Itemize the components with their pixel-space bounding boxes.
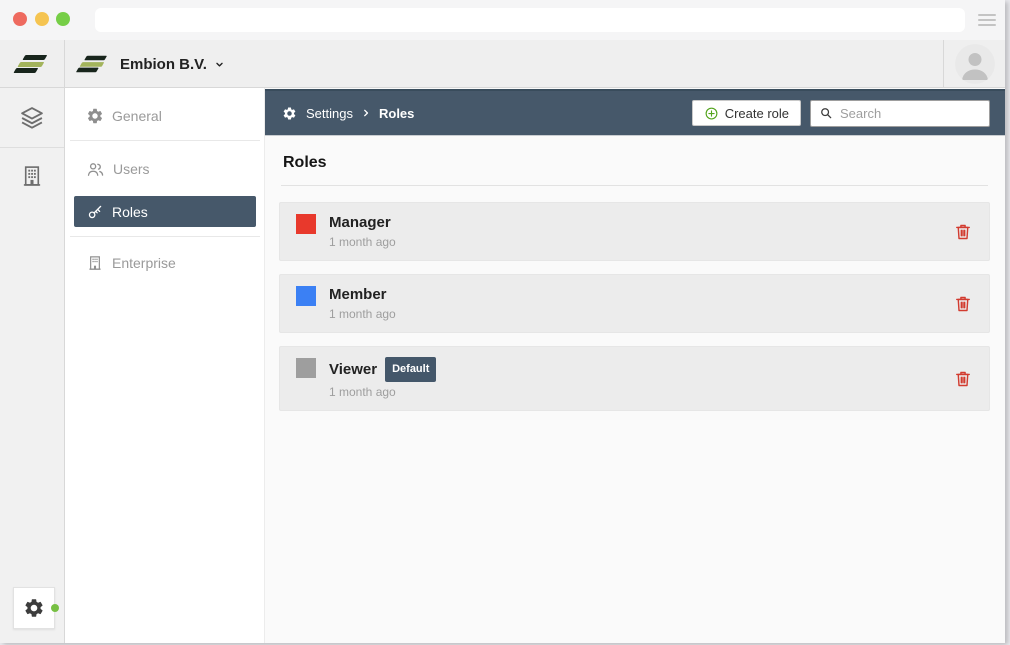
sidebar-item-label: Users (113, 161, 150, 177)
role-row-manager[interactable]: Manager 1 month ago (279, 202, 990, 261)
app-logo (0, 40, 65, 88)
trash-icon (953, 369, 973, 389)
trash-icon (953, 294, 973, 314)
header-divider (943, 40, 944, 88)
create-role-label: Create role (725, 106, 789, 121)
breadcrumb-roles: Roles (379, 106, 414, 121)
maximize-window-icon[interactable] (56, 12, 70, 26)
role-name: Member (329, 285, 396, 304)
minimize-window-icon[interactable] (35, 12, 49, 26)
delete-role-button[interactable] (953, 369, 973, 389)
rail-item-enterprise[interactable] (0, 163, 64, 189)
user-avatar[interactable] (955, 44, 995, 84)
breadcrumb-settings[interactable]: Settings (306, 106, 353, 121)
search-box (810, 100, 990, 127)
sidebar-divider (70, 140, 260, 141)
content-area: Settings Roles Create role Roles (265, 88, 1005, 643)
gear-icon (86, 107, 104, 125)
gear-icon (23, 597, 45, 619)
building-icon (86, 254, 104, 272)
browser-chrome (0, 0, 1005, 40)
roles-panel: Roles Manager 1 month ago Member 1 month… (265, 136, 1005, 643)
role-updated: 1 month ago (329, 385, 436, 400)
sidebar-divider (70, 236, 260, 237)
search-input[interactable] (840, 106, 981, 121)
organization-name: Embion B.V. (120, 56, 207, 73)
role-row-viewer[interactable]: ViewerDefault 1 month ago (279, 346, 990, 411)
sidebar-item-label: Roles (112, 204, 148, 220)
embion-logo-icon (80, 55, 106, 73)
layers-icon (18, 104, 46, 132)
role-row-member[interactable]: Member 1 month ago (279, 274, 990, 333)
create-role-button[interactable]: Create role (692, 100, 801, 126)
role-updated: 1 month ago (329, 307, 396, 322)
sidebar-item-general[interactable]: General (65, 101, 265, 131)
organization-switcher[interactable]: Embion B.V. (79, 40, 225, 88)
role-info: ViewerDefault 1 month ago (329, 357, 436, 400)
settings-sidebar: General Users Roles Enterprise (65, 88, 265, 643)
system-settings-button[interactable] (13, 587, 55, 629)
breadcrumb-bar: Settings Roles Create role (265, 89, 1005, 136)
role-name: ViewerDefault (329, 357, 436, 382)
building-icon (19, 163, 45, 189)
sidebar-item-roles[interactable]: Roles (74, 196, 256, 227)
chevron-right-icon (361, 108, 371, 118)
users-icon (86, 160, 105, 179)
sidebar-item-users[interactable]: Users (65, 154, 265, 184)
sidebar-item-label: General (112, 108, 162, 124)
key-icon (86, 203, 104, 221)
address-bar[interactable] (95, 8, 965, 32)
trash-icon (953, 222, 973, 242)
default-badge: Default (385, 357, 436, 382)
title-divider (281, 185, 988, 186)
role-info: Manager 1 month ago (329, 213, 396, 250)
sidebar-item-label: Enterprise (112, 255, 176, 271)
gear-icon (282, 106, 297, 121)
app-window: Embion B.V. Genera (0, 0, 1005, 643)
embion-logo-icon (18, 54, 46, 74)
role-name: Manager (329, 213, 396, 232)
role-color-swatch (296, 286, 316, 306)
search-icon (819, 106, 833, 120)
rail-item-stack[interactable] (0, 104, 64, 132)
rail-divider (0, 147, 64, 148)
chevron-down-icon (214, 59, 225, 70)
close-window-icon[interactable] (13, 12, 27, 26)
sidebar-item-enterprise[interactable]: Enterprise (65, 248, 265, 278)
app-header: Embion B.V. (0, 40, 1005, 88)
role-info: Member 1 month ago (329, 285, 396, 322)
role-color-swatch (296, 214, 316, 234)
delete-role-button[interactable] (953, 294, 973, 314)
role-updated: 1 month ago (329, 235, 396, 250)
icon-rail (0, 88, 65, 643)
online-status-dot (51, 604, 59, 612)
page-title: Roles (283, 154, 990, 172)
plus-circle-icon (704, 106, 719, 121)
browser-menu-icon[interactable] (978, 14, 996, 26)
delete-role-button[interactable] (953, 222, 973, 242)
role-color-swatch (296, 358, 316, 378)
